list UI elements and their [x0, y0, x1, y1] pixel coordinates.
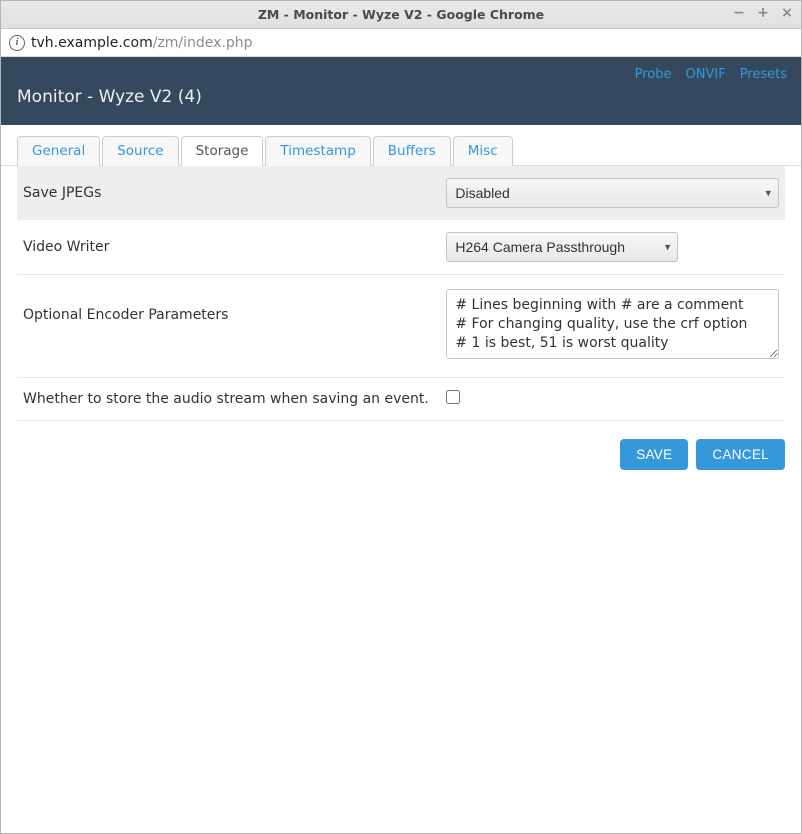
- row-encoder-params: Optional Encoder Parameters: [17, 275, 785, 378]
- link-presets[interactable]: Presets: [740, 67, 787, 82]
- tab-timestamp[interactable]: Timestamp: [265, 136, 370, 166]
- row-store-audio: Whether to store the audio stream when s…: [17, 378, 785, 421]
- select-save-jpegs[interactable]: Disabled: [446, 178, 779, 208]
- close-icon[interactable]: ×: [779, 5, 795, 21]
- maximize-icon[interactable]: +: [755, 5, 771, 21]
- row-video-writer: Video Writer H264 Camera Passthrough: [17, 220, 785, 275]
- link-probe[interactable]: Probe: [635, 67, 672, 82]
- minimize-icon[interactable]: −: [731, 5, 747, 21]
- address-bar[interactable]: i tvh.example.com/zm/index.php: [1, 29, 801, 57]
- link-onvif[interactable]: ONVIF: [686, 67, 726, 82]
- browser-window: ZM - Monitor - Wyze V2 - Google Chrome −…: [0, 0, 802, 834]
- label-encoder-params: Optional Encoder Parameters: [23, 289, 446, 323]
- tab-storage[interactable]: Storage: [181, 136, 264, 166]
- header-links: Probe ONVIF Presets: [635, 67, 787, 82]
- form-area: Save JPEGs Disabled Video Writer H264 Ca…: [1, 166, 801, 421]
- tab-general[interactable]: General: [17, 136, 100, 166]
- window-controls: − + ×: [731, 5, 795, 21]
- label-video-writer: Video Writer: [23, 239, 446, 255]
- button-row: SAVE CANCEL: [1, 421, 801, 488]
- cancel-button[interactable]: CANCEL: [696, 439, 785, 470]
- url-text: tvh.example.com/zm/index.php: [31, 35, 253, 51]
- page-title: Monitor - Wyze V2 (4): [17, 87, 785, 107]
- url-host: tvh.example.com: [31, 35, 153, 51]
- save-button[interactable]: SAVE: [620, 439, 688, 470]
- textarea-encoder-params[interactable]: [446, 289, 779, 359]
- tab-misc[interactable]: Misc: [453, 136, 513, 166]
- url-path: /zm/index.php: [153, 35, 253, 51]
- tab-bar: General Source Storage Timestamp Buffers…: [1, 125, 801, 166]
- tab-source[interactable]: Source: [102, 136, 178, 166]
- select-video-writer[interactable]: H264 Camera Passthrough: [446, 232, 678, 262]
- row-save-jpegs: Save JPEGs Disabled: [17, 166, 785, 220]
- site-info-icon[interactable]: i: [9, 35, 25, 51]
- checkbox-store-audio[interactable]: [446, 390, 460, 404]
- page-header: Probe ONVIF Presets Monitor - Wyze V2 (4…: [1, 57, 801, 125]
- page-content: Probe ONVIF Presets Monitor - Wyze V2 (4…: [1, 57, 801, 833]
- label-save-jpegs: Save JPEGs: [23, 185, 446, 201]
- window-title: ZM - Monitor - Wyze V2 - Google Chrome: [258, 7, 544, 22]
- tab-buffers[interactable]: Buffers: [373, 136, 451, 166]
- label-store-audio: Whether to store the audio stream when s…: [23, 391, 446, 407]
- window-titlebar: ZM - Monitor - Wyze V2 - Google Chrome −…: [1, 1, 801, 29]
